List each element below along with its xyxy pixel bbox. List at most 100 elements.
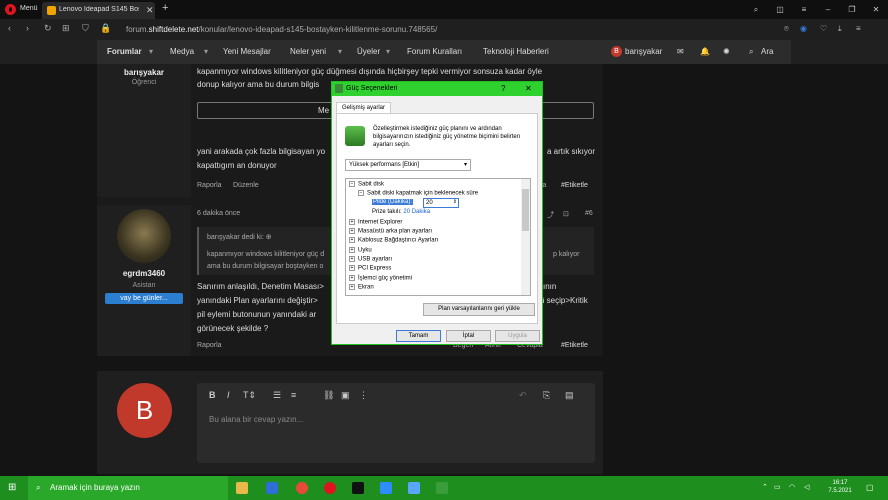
nav-forum-rules[interactable]: Forum Kuralları — [407, 47, 462, 56]
chrome-icon[interactable] — [296, 482, 308, 494]
forward-icon[interactable]: › — [26, 23, 29, 33]
post1-tag-link[interactable]: #Etiketle — [561, 182, 588, 189]
heart-icon[interactable]: ♡ — [820, 24, 827, 33]
post1-report-link[interactable]: Raporla — [197, 182, 222, 189]
power-options-taskbar-icon[interactable] — [436, 482, 448, 494]
tree-item[interactable]: + Ekran — [349, 284, 374, 291]
image-icon[interactable]: ▣ — [341, 390, 350, 401]
download-icon[interactable]: ⤓ — [838, 24, 842, 34]
lock-icon[interactable]: 🔒 — [100, 23, 111, 34]
store-icon[interactable] — [266, 482, 278, 494]
taskbar-search[interactable]: ⌕ Aramak için buraya yazın — [28, 476, 228, 500]
chevron-down-icon[interactable]: ▾ — [204, 47, 208, 56]
vpn-icon[interactable]: ◉ — [800, 24, 807, 33]
help-icon[interactable]: ? — [501, 84, 505, 93]
bold-icon[interactable]: B — [209, 390, 216, 400]
url-field[interactable]: forum.shiftdelete.net/konular/lenovo-ide… — [126, 25, 437, 34]
italic-icon[interactable]: I — [227, 390, 230, 400]
chevron-down-icon[interactable]: ▾ — [149, 47, 153, 56]
list-icon[interactable]: ☰ — [273, 390, 281, 401]
tree-item[interactable]: + USB ayarları — [349, 256, 392, 263]
share-icon[interactable]: ⤴ — [547, 210, 554, 220]
tree-hard-disk[interactable]: − Sabit disk — [349, 181, 384, 188]
app-icon[interactable] — [352, 482, 364, 494]
battery-minutes-spinner[interactable]: 20 ⇕ — [423, 198, 459, 208]
settings-tree[interactable]: − Sabit disk − Sabit diski kapatmak için b… — [345, 178, 531, 296]
post2-report-link[interactable]: Raporla — [197, 342, 222, 349]
chevron-down-icon[interactable]: ▾ — [338, 47, 342, 56]
cancel-button[interactable]: İptal — [446, 330, 491, 342]
user-avatar[interactable]: B — [611, 46, 622, 57]
nav-forums[interactable]: Forumlar — [107, 47, 142, 56]
nav-tech-news[interactable]: Teknoloji Haberleri — [483, 47, 549, 56]
align-icon[interactable]: ≡ — [291, 390, 296, 400]
ok-button[interactable]: Tamam — [396, 330, 441, 342]
post1-edit-link[interactable]: Düzenle — [233, 182, 259, 189]
plan-select[interactable]: Yüksek performans [Etkin] ▾ — [345, 159, 471, 171]
tree-scrollbar[interactable] — [521, 179, 530, 295]
inbox-icon[interactable]: ✉ — [677, 47, 684, 56]
reply-editor[interactable]: B I T⇕ ☰ ≡ ⛓ ▣ ⋮ ↶ ⎘ ▤ Bu alana bir ceva… — [197, 383, 595, 463]
new-tab-icon[interactable]: + — [162, 2, 168, 14]
tree-item[interactable]: + İşlemci güç yönetimi — [349, 275, 412, 282]
wifi-icon[interactable]: ◠ — [789, 483, 795, 491]
back-icon[interactable]: ‹ — [8, 23, 11, 33]
tree-plugged-in[interactable]: Prize takılı: 20 Dakika — [372, 209, 430, 215]
bell-icon[interactable]: 🔔 — [700, 47, 710, 56]
post2-time[interactable]: 6 dakika önce — [197, 210, 240, 217]
opera-logo-icon[interactable] — [5, 4, 16, 15]
volume-icon[interactable]: ◁ — [804, 483, 809, 491]
drafts-icon[interactable]: ⎘ — [543, 390, 550, 401]
dialog-titlebar[interactable]: Güç Seçenekleri ? ✕ — [332, 82, 542, 96]
nav-new-messages[interactable]: Yeni Mesajlar — [223, 47, 271, 56]
maximize-icon[interactable]: ❐ — [840, 0, 864, 19]
nav-members[interactable]: Üyeler — [357, 47, 380, 56]
lightbulb-icon[interactable]: ✺ — [723, 47, 730, 56]
remote-desktop-icon[interactable] — [408, 482, 420, 494]
notifications-icon[interactable]: ▢ — [866, 483, 874, 492]
menu-label[interactable]: Menü — [20, 5, 38, 12]
post2-number[interactable]: #6 — [585, 210, 593, 217]
search-icon[interactable]: ⌕ — [749, 47, 753, 57]
restore-defaults-button[interactable]: Plan varsayılanlarını geri yükle — [423, 303, 535, 316]
nav-search[interactable]: Ara — [761, 47, 773, 56]
reply-placeholder[interactable]: Bu alana bir cevap yazın... — [209, 415, 303, 424]
taskbar-clock[interactable]: 16:17 7.5.2021 — [820, 479, 860, 495]
settings-icon[interactable]: ≡ — [856, 24, 861, 33]
tab-close-icon[interactable]: ✕ — [146, 5, 154, 16]
scrollbar-thumb[interactable] — [522, 189, 529, 231]
file-explorer-icon[interactable] — [236, 482, 248, 494]
reply-avatar[interactable]: B — [117, 383, 172, 438]
minimize-icon[interactable]: – — [816, 0, 840, 19]
nav-whats-new[interactable]: Neler yeni — [290, 47, 326, 56]
windows-start-icon[interactable]: ⊞ — [8, 482, 16, 493]
link-icon[interactable]: ⛓ — [323, 390, 334, 401]
nav-media[interactable]: Medya — [170, 47, 194, 56]
tree-on-battery[interactable]: Pilde (Dakika): — [372, 199, 414, 205]
text-size-icon[interactable]: T⇕ — [243, 390, 256, 401]
opera-taskbar-icon[interactable] — [324, 482, 336, 494]
close-window-icon[interactable]: ✕ — [864, 0, 888, 19]
tree-item[interactable]: + PCI Express — [349, 265, 391, 272]
network-icon[interactable]: ▭ — [774, 483, 781, 491]
snapshot-icon[interactable]: ◫ — [768, 0, 792, 19]
tree-item[interactable]: + Kablosuz Bağdaştırıcı Ayarları — [349, 237, 438, 244]
browser-tab[interactable]: Lenovo Ideapad S145 Boştayken ✕ — [42, 2, 155, 19]
tray-chevron-icon[interactable]: ⌃ — [762, 483, 768, 491]
bookmark-icon[interactable]: ⊡ — [563, 210, 569, 218]
post2-avatar[interactable] — [117, 209, 171, 263]
search-tabs-icon[interactable]: ⌕ — [744, 0, 768, 19]
chevron-down-icon[interactable]: ▾ — [386, 47, 390, 56]
zoom-icon[interactable] — [380, 482, 392, 494]
tree-item[interactable]: + Masaüstü arka plan ayarları — [349, 228, 432, 235]
quote-author[interactable]: barışyakar dedi ki: ⊕ — [207, 233, 272, 241]
nav-username[interactable]: barışyakar — [625, 47, 662, 56]
more-icon[interactable]: ⋮ — [359, 390, 368, 401]
post2-username[interactable]: egrdm3460 — [97, 269, 191, 278]
post2-tag-link[interactable]: #Etiketle — [561, 342, 588, 349]
post1-username[interactable]: barışyakar — [97, 68, 191, 77]
tab-advanced-settings[interactable]: Gelişmiş ayarlar — [336, 102, 392, 113]
tree-turn-off-disk[interactable]: − Sabit diski kapatmak için beklenecek sü… — [358, 190, 478, 197]
tree-item[interactable]: + Internet Explorer — [349, 219, 402, 226]
camera-icon[interactable]: ⌾ — [784, 24, 789, 34]
